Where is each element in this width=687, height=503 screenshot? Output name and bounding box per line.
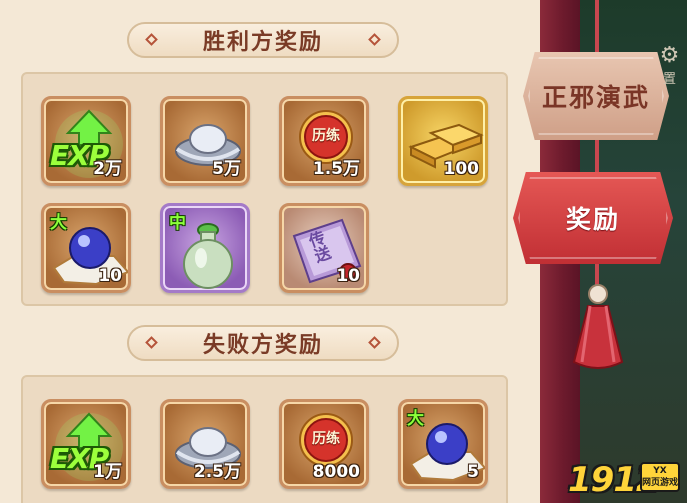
- reward-slot-potion[interactable]: 中: [160, 203, 250, 293]
- reward-slot-blue-orb[interactable]: 大 5: [398, 399, 488, 489]
- reward-count: 1万: [93, 462, 122, 482]
- reward-slot-training[interactable]: 历练 1.5万: [279, 96, 369, 186]
- loser-rewards-title: 失败方奖励: [127, 325, 399, 361]
- watermark-badge-text: YX: [653, 466, 667, 476]
- reward-count: 2万: [93, 159, 122, 179]
- reward-count: 100: [443, 159, 480, 179]
- diamond-ornament-icon: [145, 33, 158, 46]
- training-label: 历练: [312, 128, 340, 144]
- tab-battle[interactable]: 正邪演武: [523, 52, 669, 140]
- watermark-badge: YX 网页游戏: [640, 462, 680, 492]
- reward-count: 8000: [312, 462, 360, 482]
- winner-rewards-title-text: 胜利方奖励: [202, 30, 323, 55]
- reward-slot-training[interactable]: 历练 8000: [279, 399, 369, 489]
- tassel-icon: [572, 284, 624, 369]
- reward-slot-blue-orb[interactable]: 大 10: [41, 203, 131, 293]
- reward-count: 5万: [212, 159, 241, 179]
- diamond-ornament-icon: [368, 33, 381, 46]
- loser-rewards-title-text: 失败方奖励: [202, 333, 323, 358]
- reward-slot-gold[interactable]: 100: [398, 96, 488, 186]
- size-tag: 大: [407, 409, 424, 429]
- diamond-ornament-icon: [368, 336, 381, 349]
- training-label: 历练: [312, 431, 340, 447]
- reward-count: 5: [467, 462, 479, 482]
- reward-slot-exp[interactable]: EXP 2万: [41, 96, 131, 186]
- reward-slot-exp[interactable]: EXP 1万: [41, 399, 131, 489]
- winner-rewards-title: 胜利方奖励: [127, 22, 399, 58]
- reward-count: 2.5万: [193, 462, 241, 482]
- tab-rewards[interactable]: 奖励: [513, 172, 673, 264]
- gear-icon: ⚙: [659, 43, 680, 68]
- tab-border: [528, 57, 664, 135]
- reward-slot-scroll[interactable]: 传送 10: [279, 203, 369, 293]
- reward-count: 10: [98, 266, 122, 286]
- reward-slot-silver[interactable]: 2.5万: [160, 399, 250, 489]
- size-tag: 大: [50, 213, 67, 233]
- reward-count: 1.5万: [312, 159, 360, 179]
- settings-label: 置: [662, 72, 676, 87]
- size-tag: 中: [169, 213, 186, 233]
- tab-border: [518, 177, 668, 259]
- hanging-cord: [595, 0, 599, 60]
- settings-button[interactable]: ⚙ 置: [652, 44, 687, 90]
- watermark-sub-text: 网页游戏: [642, 478, 679, 488]
- reward-count: 10: [336, 266, 360, 286]
- diamond-ornament-icon: [145, 336, 158, 349]
- reward-slot-silver[interactable]: 5万: [160, 96, 250, 186]
